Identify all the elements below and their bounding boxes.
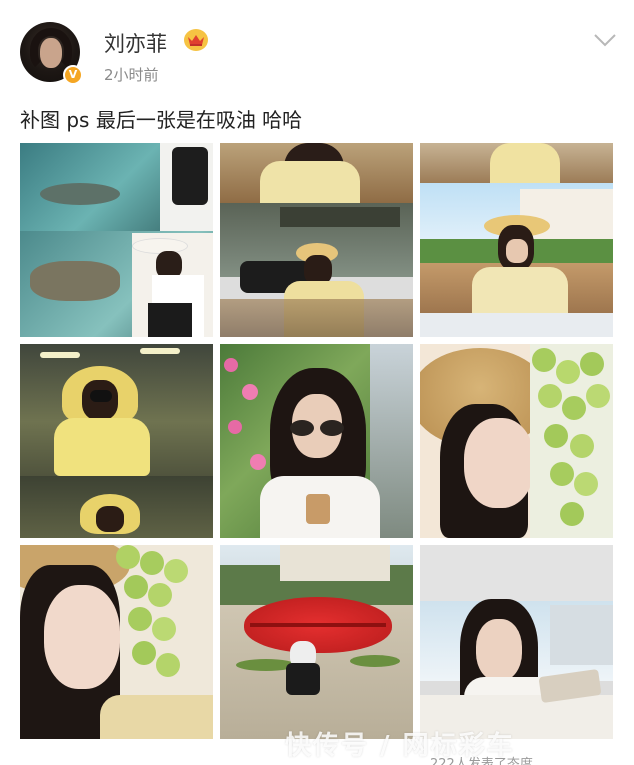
- photo-3[interactable]: [420, 143, 613, 337]
- chevron-down-icon[interactable]: [592, 30, 618, 50]
- photo-7[interactable]: [20, 545, 213, 739]
- photo-9[interactable]: [420, 545, 613, 739]
- post-header: V 刘亦菲 2小时前: [0, 0, 634, 95]
- crown-icon[interactable]: [184, 29, 208, 51]
- username[interactable]: 刘亦菲: [104, 28, 167, 58]
- photo-4[interactable]: [20, 344, 213, 538]
- photo-5[interactable]: [220, 344, 413, 538]
- reaction-count[interactable]: 222人发表了态度: [430, 753, 533, 765]
- photo-2[interactable]: [220, 143, 413, 337]
- verified-badge-icon: V: [63, 65, 83, 85]
- photo-6[interactable]: [420, 344, 613, 538]
- photo-8[interactable]: [220, 545, 413, 739]
- avatar-face: [40, 38, 62, 68]
- post-time: 2小时前: [104, 66, 159, 84]
- post-text: 补图 ps 最后一张是在吸油 哈哈: [20, 108, 303, 132]
- photo-1[interactable]: [20, 143, 213, 337]
